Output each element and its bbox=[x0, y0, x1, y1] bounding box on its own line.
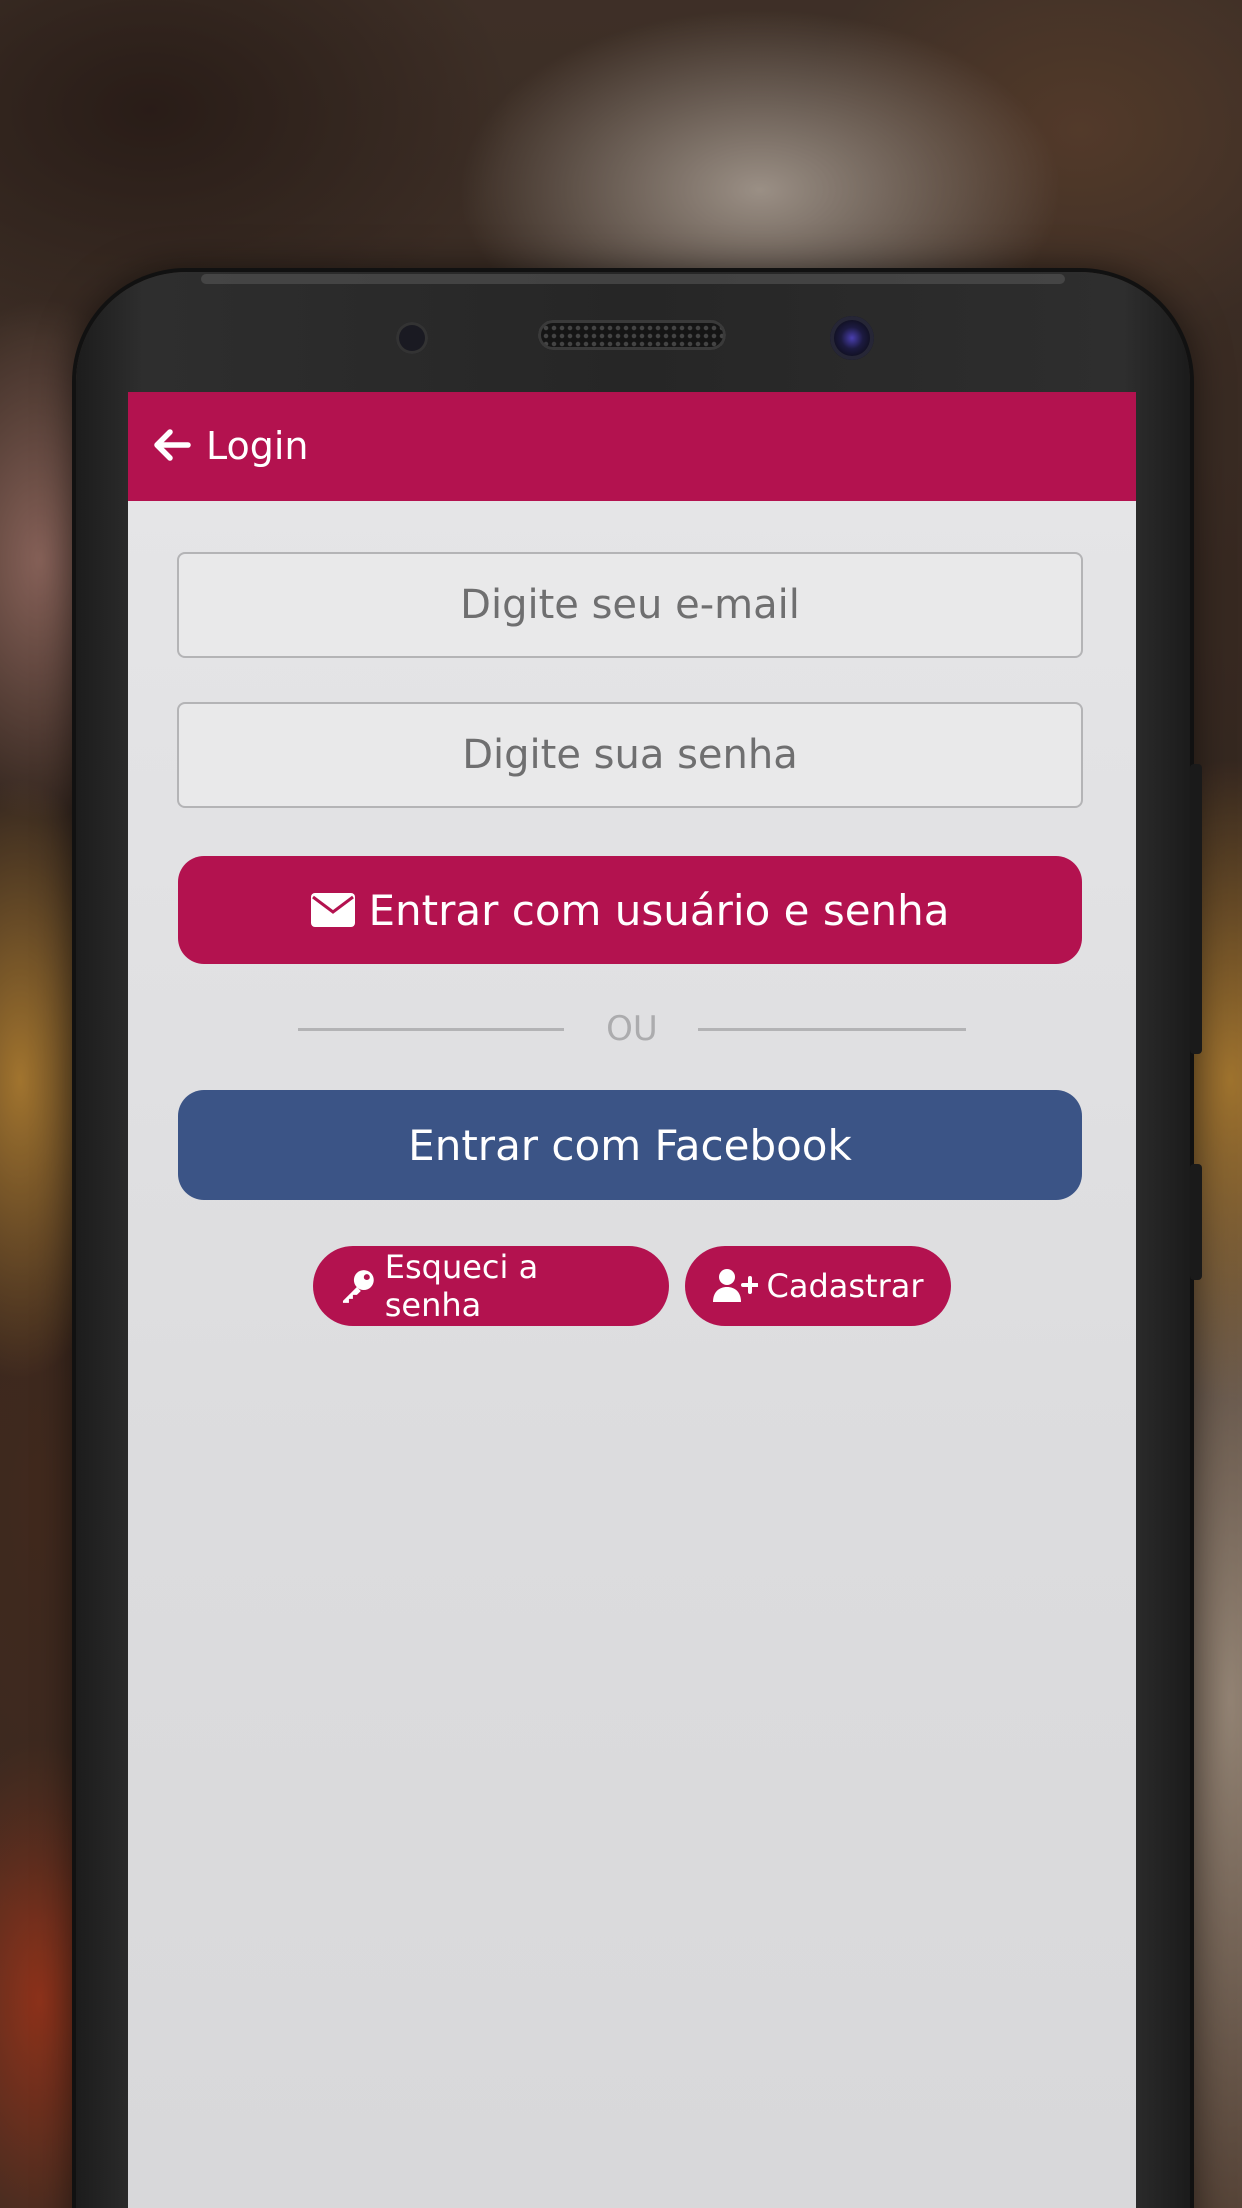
phone-volume-button bbox=[1190, 764, 1202, 1054]
forgot-password-label: Esqueci a senha bbox=[384, 1248, 539, 1324]
email-placeholder: Digite seu e-mail bbox=[460, 582, 800, 628]
divider-left bbox=[298, 1028, 564, 1031]
register-button[interactable]: Cadastrar bbox=[685, 1246, 951, 1326]
envelope-icon bbox=[311, 893, 356, 927]
forgot-password-button[interactable]: Esqueci a senha bbox=[313, 1246, 669, 1326]
app-screen: Login Digite seu e-mail Digite sua senha… bbox=[128, 392, 1136, 2208]
login-button-label: Entrar com usuário e senha bbox=[368, 885, 950, 935]
user-plus-icon bbox=[713, 1269, 759, 1302]
arrow-left-icon[interactable] bbox=[148, 420, 198, 470]
earpiece-speaker bbox=[538, 320, 726, 350]
proximity-sensor bbox=[396, 322, 428, 354]
login-button[interactable]: Entrar com usuário e senha bbox=[178, 856, 1082, 964]
key-icon bbox=[342, 1270, 374, 1303]
email-field[interactable]: Digite seu e-mail bbox=[177, 552, 1083, 658]
phone-top-edge bbox=[201, 274, 1065, 284]
front-camera bbox=[830, 316, 874, 360]
facebook-button-label: Entrar com Facebook bbox=[408, 1120, 852, 1170]
divider-right bbox=[698, 1028, 966, 1031]
divider-or: OU bbox=[606, 1009, 658, 1049]
facebook-login-button[interactable]: Entrar com Facebook bbox=[178, 1090, 1082, 1200]
app-bar: Login bbox=[128, 392, 1136, 501]
password-placeholder: Digite sua senha bbox=[462, 732, 798, 778]
password-field[interactable]: Digite sua senha bbox=[177, 702, 1083, 808]
register-label: Cadastrar bbox=[766, 1267, 924, 1305]
phone-power-button bbox=[1190, 1164, 1202, 1280]
page-title: Login bbox=[206, 424, 309, 468]
